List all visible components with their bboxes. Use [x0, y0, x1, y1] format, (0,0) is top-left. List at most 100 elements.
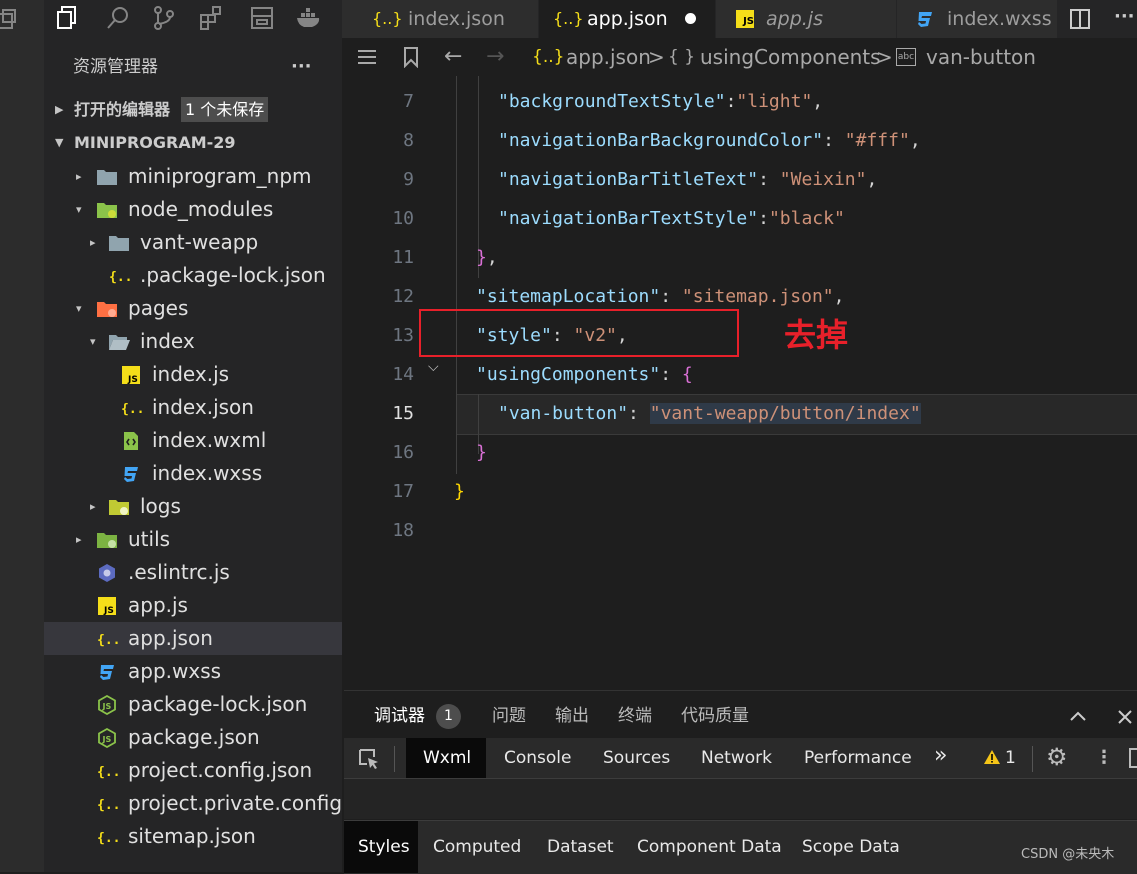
tree-item[interactable]: app.wxss: [44, 655, 342, 688]
chevron-down-icon[interactable]: ▾: [76, 292, 90, 325]
tab-console[interactable]: Console: [504, 738, 572, 778]
tab-app-json[interactable]: {..} app.json: [539, 0, 716, 38]
open-editors-section[interactable]: ▶ 打开的编辑器 1 个未保存: [44, 93, 342, 126]
tree-item[interactable]: ▸ vant-weapp: [44, 226, 342, 259]
source-control-icon[interactable]: [150, 4, 178, 32]
search-icon[interactable]: [104, 4, 132, 32]
tree-item[interactable]: {..} app.json: [44, 622, 342, 655]
tab-code-quality[interactable]: 代码质量: [681, 691, 749, 741]
unsaved-badge: 1 个未保存: [181, 97, 269, 122]
code-line[interactable]: "navigationBarTextStyle":"black": [498, 199, 845, 238]
tree-item[interactable]: ▸ logs: [44, 490, 342, 523]
tree-item[interactable]: ▾ pages: [44, 292, 342, 325]
tree-item[interactable]: JS package.json: [44, 721, 342, 754]
tree-item[interactable]: {..} project.private.config...: [44, 787, 361, 820]
warning-icon[interactable]: [983, 749, 1001, 765]
tab-performance[interactable]: Performance: [804, 738, 912, 778]
breadcrumb-separator: >: [648, 45, 665, 69]
tab-terminal[interactable]: 终端: [618, 691, 652, 741]
tab-label: index.json: [408, 8, 505, 30]
tree-item[interactable]: ▾ index: [44, 325, 342, 358]
code-token: "usingComponents": [476, 364, 661, 385]
chevron-right-icon[interactable]: ▸: [90, 490, 104, 523]
docker-icon[interactable]: [294, 4, 324, 32]
code-line[interactable]: }: [476, 433, 487, 472]
tab-dataset[interactable]: Dataset: [547, 827, 614, 867]
chevron-down-icon[interactable]: ▾: [76, 193, 90, 226]
tab-app-js[interactable]: JS app.js: [716, 0, 897, 38]
back-arrow-icon[interactable]: ←: [444, 38, 462, 76]
tree-item[interactable]: .eslintrc.js: [44, 556, 342, 589]
code-line[interactable]: },: [476, 238, 498, 277]
code-token: "navigationBarTitleText": [498, 169, 759, 190]
tab-index-json[interactable]: {..} index.json: [342, 0, 539, 38]
tab-index-wxss[interactable]: index.wxss: [897, 0, 1058, 38]
unsaved-dot-icon[interactable]: [685, 13, 696, 24]
code-token: :: [628, 403, 650, 424]
chevron-right-icon[interactable]: ▸: [90, 226, 104, 259]
bookmark-icon[interactable]: [402, 46, 420, 68]
breadcrumb: ← → {..} app.json > { } usingComponents …: [342, 38, 1137, 76]
tab-component-data[interactable]: Component Data: [637, 827, 782, 867]
chevron-up-icon[interactable]: [1068, 708, 1088, 724]
storage-icon[interactable]: [248, 4, 276, 32]
folder-icon: [96, 167, 118, 187]
forward-arrow-icon[interactable]: →: [486, 38, 504, 76]
outline-icon[interactable]: [356, 47, 378, 67]
breadcrumb-section[interactable]: usingComponents: [700, 38, 881, 76]
breadcrumb-file[interactable]: app.json: [566, 38, 651, 76]
tree-item[interactable]: index.wxml: [44, 424, 342, 457]
tree-item[interactable]: {..} index.json: [44, 391, 342, 424]
kebab-menu-icon[interactable]: ⋮: [1095, 738, 1113, 778]
tab-styles[interactable]: Styles: [358, 827, 410, 867]
remote-window-icon[interactable]: [0, 6, 22, 34]
tab-problems[interactable]: 问题: [492, 691, 526, 741]
extensions-icon[interactable]: [198, 4, 226, 32]
tab-output[interactable]: 输出: [555, 691, 589, 741]
tree-item[interactable]: {..} project.config.json: [44, 754, 342, 787]
tab-sources[interactable]: Sources: [603, 738, 670, 778]
breadcrumb-leaf[interactable]: van-button: [926, 38, 1036, 76]
code-line[interactable]: "navigationBarBackgroundColor": "#fff",: [498, 121, 921, 160]
line-number: 9: [403, 169, 414, 190]
tree-item[interactable]: index.wxss: [44, 457, 342, 490]
tab-network[interactable]: Network: [701, 738, 772, 778]
project-name: MINIPROGRAM-29: [74, 133, 236, 152]
tab-computed[interactable]: Computed: [433, 827, 521, 867]
tab-scope-data[interactable]: Scope Data: [802, 827, 900, 867]
tree-item[interactable]: ▸ utils: [44, 523, 342, 556]
tree-item[interactable]: ▸ miniprogram_npm: [44, 160, 342, 193]
tree-item[interactable]: JS index.js: [44, 358, 342, 391]
code-line[interactable]: }: [454, 472, 465, 511]
more-actions-button[interactable]: ···: [291, 50, 312, 84]
tree-item[interactable]: JS package-lock.json: [44, 688, 342, 721]
chevron-right-icon[interactable]: ▸: [76, 523, 90, 556]
fold-chevron-icon[interactable]: ⌵: [428, 356, 439, 378]
chevron-right-icon[interactable]: ▸: [76, 160, 90, 193]
tab-debugger[interactable]: 调试器: [374, 691, 425, 741]
tree-item[interactable]: ▾ node_modules: [44, 193, 342, 226]
close-icon[interactable]: [1116, 708, 1134, 726]
dock-icon[interactable]: [1129, 748, 1137, 768]
code-line[interactable]: "van-button": "vant-weapp/button/index": [498, 394, 921, 433]
code-editor[interactable]: ⌵ 7 "backgroundTextStyle":"light", 8 "navig…: [344, 76, 1137, 690]
project-section[interactable]: ▼ MINIPROGRAM-29: [44, 126, 342, 159]
tree-item[interactable]: {..} sitemap.json: [44, 820, 342, 853]
tree-item[interactable]: JS app.js: [44, 589, 342, 622]
line-number: 15: [392, 403, 414, 424]
code-line[interactable]: "backgroundTextStyle":"light",: [498, 82, 823, 121]
more-tabs-button[interactable]: »: [934, 736, 947, 776]
breadcrumb-separator: >: [876, 45, 893, 69]
tree-item[interactable]: {..} .package-lock.json: [44, 259, 342, 292]
settings-gear-icon[interactable]: ⚙: [1046, 737, 1068, 777]
json-file-icon: {..}: [96, 629, 128, 649]
chevron-down-icon[interactable]: ▾: [90, 325, 104, 358]
inspect-element-icon[interactable]: [358, 748, 380, 770]
split-editor-icon[interactable]: [1069, 8, 1091, 30]
explorer-icon[interactable]: [54, 4, 82, 32]
tabs-more-button[interactable]: ···: [1114, 0, 1135, 34]
code-line[interactable]: "usingComponents": {: [476, 355, 693, 394]
code-line[interactable]: "navigationBarTitleText": "Weixin",: [498, 160, 877, 199]
tab-wxml[interactable]: Wxml: [423, 738, 471, 778]
tree-item-label: app.js: [128, 593, 188, 617]
